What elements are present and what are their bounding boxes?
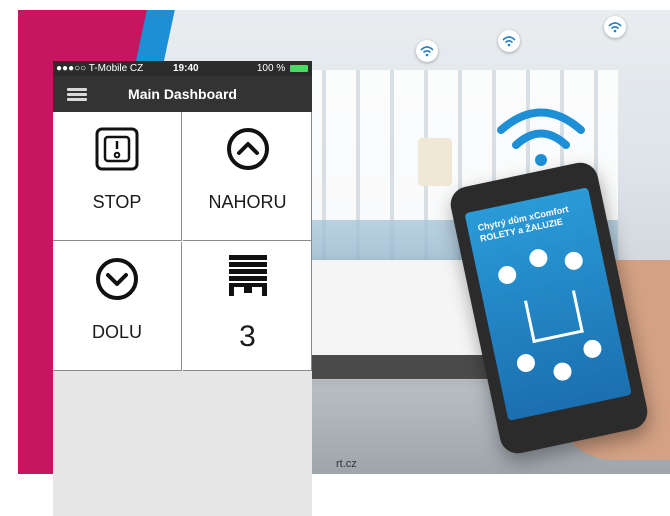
app-dot	[551, 360, 574, 383]
stop-tile[interactable]: STOP	[53, 112, 182, 241]
carrier-label: ●●●○○ T-Mobile CZ	[56, 63, 144, 74]
blinds-icon	[228, 255, 267, 296]
down-tile[interactable]: DOLU	[53, 242, 182, 371]
down-label: DOLU	[91, 322, 142, 342]
clock-label: 19:40	[173, 63, 199, 74]
battery-icon	[290, 64, 308, 72]
wifi-icon	[498, 30, 520, 52]
app-dot	[496, 264, 518, 286]
battery-indicator: 100 %	[257, 61, 308, 76]
app-screen: ●●●○○ T-Mobile CZ 19:40 100 % Main Dashb…	[53, 61, 312, 516]
smartphone-screen: Chytrý dům xComfort ROLETY a ŽALUZIE	[464, 187, 632, 421]
up-tile[interactable]: NAHORU	[183, 112, 312, 241]
wifi-icon	[416, 40, 438, 62]
chevron-down-circle-icon	[96, 258, 138, 300]
up-label: NAHORU	[208, 192, 287, 212]
grid-border	[311, 112, 312, 371]
large-wifi-icon	[497, 108, 585, 166]
app-dot	[515, 352, 537, 374]
status-bar: ●●●○○ T-Mobile CZ 19:40 100 %	[53, 61, 312, 76]
stop-label: STOP	[92, 192, 142, 212]
app-dot	[563, 250, 585, 272]
switch-icon	[95, 127, 139, 171]
dashboard-grid: STOP NAHORU DOLU 3	[53, 112, 312, 371]
app-dot	[527, 247, 550, 269]
app-dot	[581, 338, 604, 360]
house-icon	[524, 290, 584, 344]
smartphone-title: Chytrý dům xComfort ROLETY a ŽALUZIE	[477, 200, 589, 244]
nav-bar: Main Dashboard	[53, 76, 312, 112]
promo-url: rt.cz	[336, 458, 357, 470]
blinds-count-label: 3	[239, 320, 256, 353]
chevron-up-circle-icon	[226, 128, 269, 170]
lamp	[418, 138, 452, 186]
page-title: Main Dashboard	[128, 86, 237, 102]
wifi-icon	[604, 16, 626, 38]
blinds-tile[interactable]: 3	[183, 242, 312, 371]
battery-percent: 100 %	[256, 63, 286, 74]
